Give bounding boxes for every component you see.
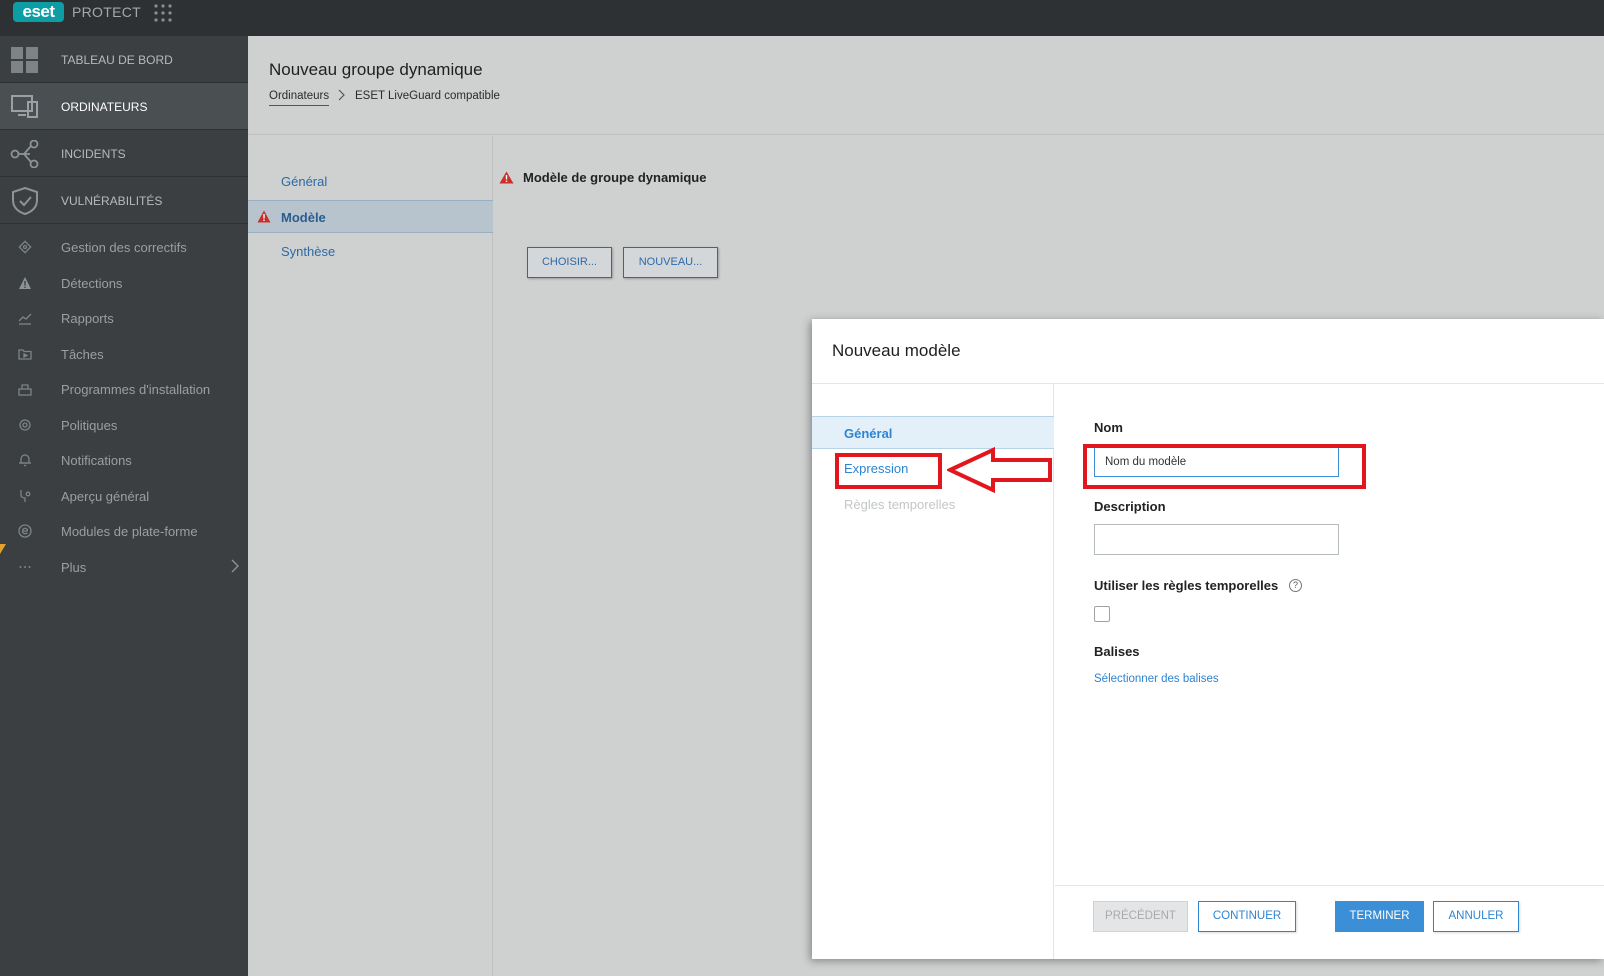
step-general[interactable]: Général (248, 165, 493, 198)
new-template-dialog: Nouveau modèle Général Expression Règles… (812, 319, 1604, 959)
step-label: Modèle (281, 210, 326, 225)
arrow-left-icon (947, 447, 1052, 493)
sidebar-item-label: Rapports (61, 311, 114, 326)
breadcrumb-link-computers[interactable]: Ordinateurs (269, 90, 330, 106)
dialog-nav-label: Règles temporelles (844, 497, 956, 512)
chevron-right-icon (231, 559, 239, 572)
sidebar-item-incidents[interactable]: INCIDENTS (0, 130, 248, 177)
page-header: Nouveau groupe dynamique Ordinateurs ESE… (248, 36, 1604, 135)
page-title: Nouveau groupe dynamique (269, 60, 483, 79)
sidebar-item-label: TABLEAU DE BORD (61, 53, 173, 67)
gear-icon (19, 418, 31, 431)
sidebar: TABLEAU DE BORD ORDINATEURS INCIDENTS VU… (0, 36, 248, 976)
sidebar-item-detections[interactable]: Détections (0, 266, 248, 302)
chart-icon (18, 313, 32, 325)
step-label: Général (281, 174, 328, 189)
sidebar-item-dashboard[interactable]: TABLEAU DE BORD (0, 36, 248, 83)
cancel-button[interactable]: ANNULER (1433, 901, 1519, 932)
sidebar-item-overview[interactable]: Aperçu général (0, 479, 248, 515)
sidebar-item-notifications[interactable]: Notifications (0, 443, 248, 479)
sidebar-item-tasks[interactable]: Tâches (0, 337, 248, 373)
description-label: Description (1094, 499, 1166, 514)
sidebar-item-label: VULNÉRABILITÉS (61, 194, 163, 208)
sidebar-item-label: Plus (61, 559, 87, 575)
sidebar-item-label: Gestion des correctifs (61, 240, 187, 255)
help-icon[interactable]: ? (1289, 579, 1302, 592)
grid-dots-icon[interactable] (153, 3, 173, 23)
sidebar-item-label: Politiques (61, 417, 118, 433)
description-input[interactable] (1094, 524, 1339, 555)
sidebar-item-label: Notifications (61, 453, 132, 468)
sidebar-item-installers[interactable]: Programmes d'installation (0, 372, 248, 408)
product-name: PROTECT (72, 4, 141, 20)
finish-button[interactable]: TERMINER (1335, 901, 1424, 932)
highlight-box-expression (835, 453, 942, 489)
module-icon (18, 524, 32, 538)
select-tags-link[interactable]: Sélectionner des balises (1094, 673, 1219, 685)
sidebar-item-reports[interactable]: Rapports (0, 301, 248, 337)
dialog-nav-general[interactable]: Général (812, 416, 1054, 449)
shield-icon (12, 187, 38, 215)
sidebar-item-vulnerabilities[interactable]: VULNÉRABILITÉS (0, 177, 248, 224)
more-icon (19, 565, 31, 568)
continue-button[interactable]: CONTINUER (1198, 901, 1296, 932)
temporal-rules-checkbox[interactable] (1094, 606, 1110, 622)
dashboard-icon (11, 47, 38, 73)
bell-icon (19, 454, 31, 467)
chevron-right-icon (338, 89, 345, 101)
top-bar: eset PROTECT (0, 0, 1604, 36)
sidebar-item-label: Détections (61, 275, 123, 291)
sidebar-item-patch-management[interactable]: Gestion des correctifs (0, 230, 248, 266)
sidebar-item-platform-modules[interactable]: Modules de plate-forme (0, 514, 248, 550)
patch-icon (18, 240, 32, 254)
step-summary[interactable]: Synthèse (248, 235, 493, 268)
eset-logo[interactable]: eset (13, 2, 64, 22)
sidebar-item-label: Modules de plate-forme (61, 524, 198, 539)
page: eset PROTECT TABLEAU DE BORD ORDINATEURS (0, 0, 1604, 976)
sidebar-item-label: ORDINATEURS (61, 100, 148, 114)
incidents-icon (10, 140, 39, 168)
section-title: Modèle de groupe dynamique (523, 170, 707, 185)
sidebar-item-label: Tâches (61, 346, 104, 362)
step-label: Synthèse (281, 244, 336, 259)
dialog-title: Nouveau modèle (832, 341, 961, 360)
sidebar-item-policies[interactable]: Politiques (0, 408, 248, 444)
tags-label: Balises (1094, 644, 1140, 659)
highlight-box-name (1083, 444, 1366, 489)
previous-button: PRÉCÉDENT (1093, 901, 1188, 932)
wizard-steps: Général Modèle Synthèse (248, 136, 493, 976)
warning-icon (257, 210, 271, 223)
sidebar-item-label: INCIDENTS (61, 147, 126, 161)
tasks-icon (18, 348, 32, 360)
new-button[interactable]: NOUVEAU... (623, 247, 718, 278)
warning-icon (19, 276, 31, 289)
breadcrumb-current: ESET LiveGuard compatible (355, 90, 500, 102)
installer-icon (18, 384, 32, 396)
step-template[interactable]: Modèle (248, 200, 493, 233)
sidebar-item-more[interactable]: Plus (0, 550, 248, 586)
dialog-footer: PRÉCÉDENT CONTINUER TERMINER ANNULER (1055, 885, 1604, 959)
sidebar-item-label: Programmes d'installation (61, 382, 211, 397)
name-label: Nom (1094, 420, 1123, 435)
overview-icon (20, 489, 31, 502)
computers-icon (11, 95, 38, 118)
notification-marker (0, 544, 6, 564)
temporal-rules-label: Utiliser les règles temporelles (1094, 578, 1279, 593)
sidebar-item-label: Aperçu général (61, 488, 150, 504)
warning-icon (499, 171, 514, 184)
choose-button[interactable]: CHOISIR... (527, 247, 612, 278)
dialog-nav-label: Général (844, 426, 893, 441)
sidebar-item-computers[interactable]: ORDINATEURS (0, 83, 248, 130)
